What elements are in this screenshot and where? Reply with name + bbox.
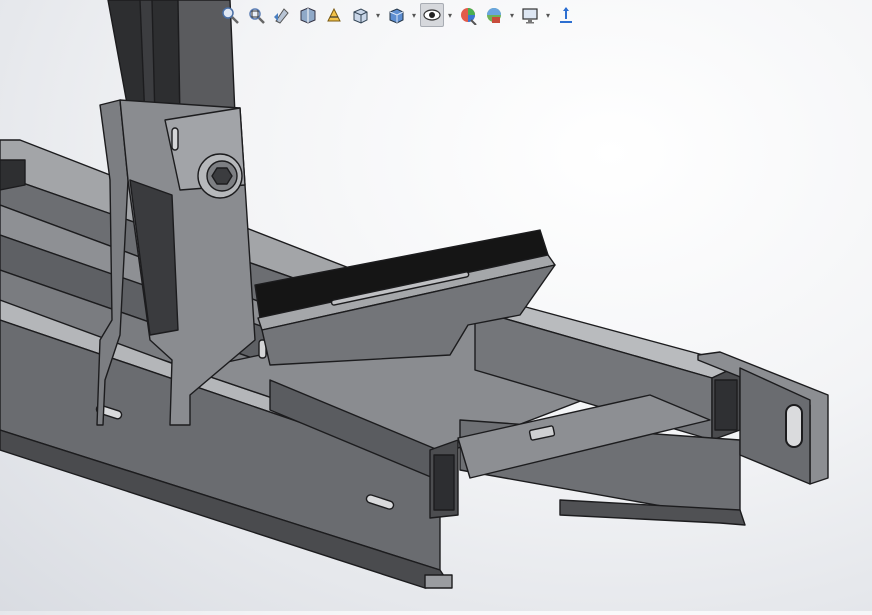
chevron-down-icon[interactable]: ▾: [410, 4, 418, 26]
zoom-to-fit-icon: [222, 7, 239, 24]
chevron-down-icon[interactable]: ▾: [544, 4, 552, 26]
view-orientation-button[interactable]: [348, 3, 372, 27]
section-view-icon: [300, 7, 316, 24]
view-settings-icon: [522, 8, 538, 24]
section-view-button[interactable]: [296, 3, 320, 27]
triad-icon: [560, 7, 572, 23]
zoom-to-area-icon: [249, 8, 265, 24]
dynamic-annotation-button[interactable]: [322, 3, 346, 27]
edit-appearance-button[interactable]: [456, 3, 480, 27]
view-settings-button[interactable]: [518, 3, 542, 27]
bolt-hex-socket: [211, 167, 233, 185]
left-tube-opening: [433, 454, 455, 511]
hide-show-items-icon: [423, 9, 441, 21]
front-rail-bottom-flange: [424, 574, 453, 589]
edit-appearance-icon: [461, 8, 477, 25]
dynamic-annotation-icon: [327, 7, 341, 22]
view-orientation-icon: [353, 8, 368, 24]
apply-scene-button[interactable]: [482, 3, 506, 27]
graphics-area[interactable]: ▾ ▾ ▾ ▾ ▾: [0, 0, 872, 611]
apply-scene-icon: [487, 8, 501, 23]
previous-view-icon: [274, 8, 289, 24]
chevron-down-icon[interactable]: ▾: [446, 4, 454, 26]
heads-up-view-toolbar: ▾ ▾ ▾ ▾ ▾: [218, 0, 578, 30]
end-bracket-slot: [785, 404, 803, 448]
post-bracket-slot: [171, 127, 179, 151]
triad-button[interactable]: [554, 3, 578, 27]
display-style-icon: [389, 8, 404, 24]
cross-bar-top: [0, 159, 26, 191]
zoom-to-area-button[interactable]: [244, 3, 268, 27]
hide-show-items-button[interactable]: [420, 3, 444, 27]
chevron-down-icon[interactable]: ▾: [508, 4, 516, 26]
chevron-down-icon[interactable]: ▾: [374, 4, 382, 26]
right-tube-opening: [714, 379, 738, 431]
cad-model[interactable]: [0, 0, 872, 611]
zoom-to-fit-button[interactable]: [218, 3, 242, 27]
previous-view-button[interactable]: [270, 3, 294, 27]
display-style-button[interactable]: [384, 3, 408, 27]
